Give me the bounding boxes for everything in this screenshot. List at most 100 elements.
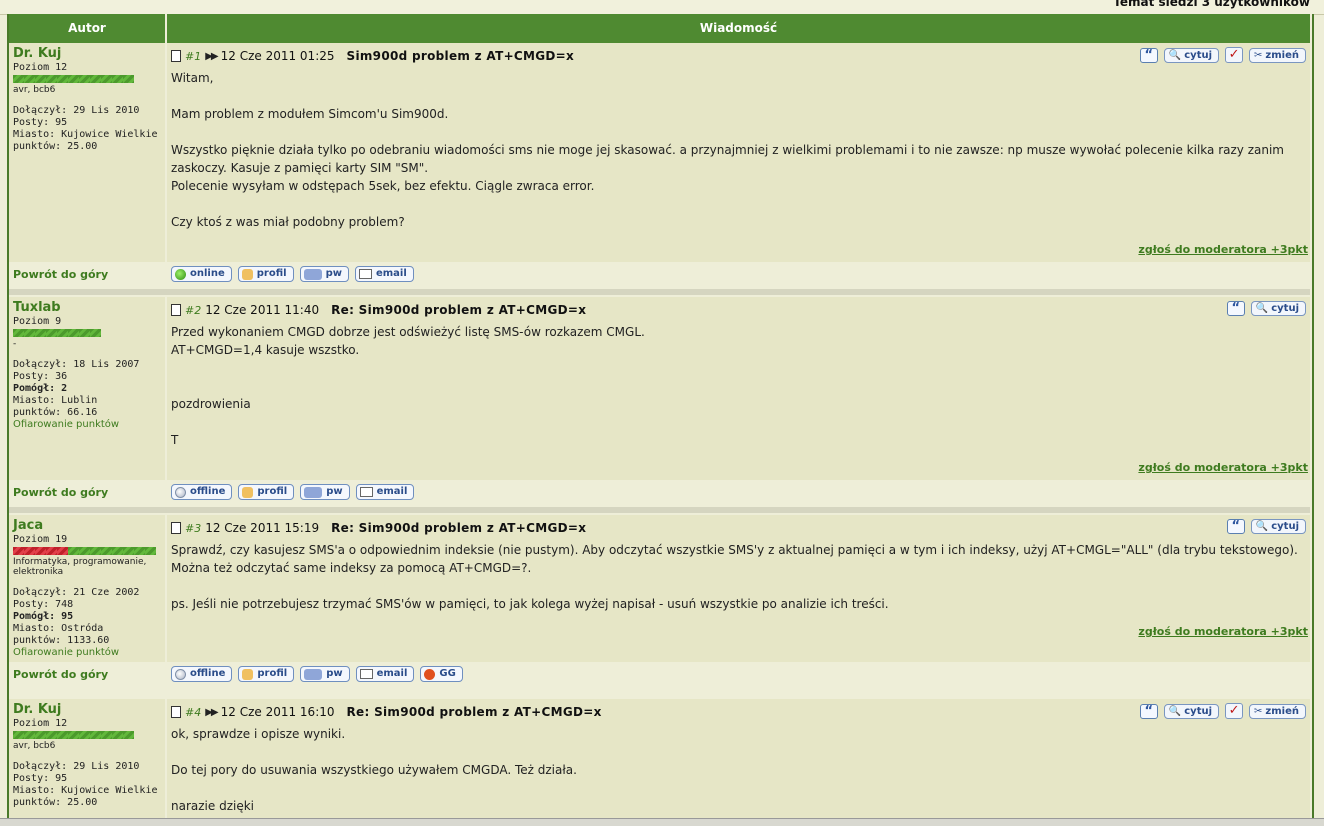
forward-arrows-icon[interactable]: ▶▶ <box>205 51 218 62</box>
offline-status-button[interactable]: offline <box>171 484 233 500</box>
profile-label: profil <box>257 486 288 497</box>
post-number[interactable]: #1 <box>185 50 201 63</box>
pm-label: pw <box>326 486 343 497</box>
quote-label: cytuj <box>1271 521 1299 532</box>
body-line: T <box>171 433 179 447</box>
gg-label: GG <box>439 668 456 679</box>
body-line <box>171 195 1306 213</box>
pm-button[interactable]: pw <box>300 484 350 500</box>
go-top-link[interactable]: Powrót do góry <box>13 668 108 681</box>
pm-label: pw <box>326 668 343 679</box>
post-author-panel: Jaca Poziom 19 Informatyka, programowani… <box>9 515 165 662</box>
document-icon[interactable] <box>171 50 181 62</box>
post-author-panel: Dr. Kuj Poziom 12 avr, bcb6 Dołączył: 29… <box>9 699 165 818</box>
post-contact-buttons: offline profil pw email <box>167 480 1310 507</box>
report-link[interactable]: zgłoś do moderatora +3pkt <box>1138 625 1308 638</box>
profile-button[interactable]: profil <box>238 666 295 682</box>
body-line: Witam, <box>171 71 214 85</box>
email-button[interactable]: email <box>355 666 415 682</box>
pm-label: pw <box>325 268 342 279</box>
quote-button[interactable]: 🔍 cytuj <box>1250 519 1306 534</box>
author-posts: Posty: 95 <box>13 773 68 784</box>
offer-points-link[interactable]: Ofiarowanie punktów <box>13 647 163 659</box>
checkmark-icon[interactable]: ✓ <box>1225 47 1244 63</box>
go-top-cell: Powrót do góry <box>9 662 165 693</box>
checkmark-icon[interactable]: ✓ <box>1225 703 1244 719</box>
post-number[interactable]: #2 <box>185 304 201 317</box>
profile-label: profil <box>257 668 288 679</box>
author-joined: Dołączył: 29 Lis 2010 <box>13 761 140 772</box>
pm-button[interactable]: pw <box>299 266 349 282</box>
post-message-panel: #2 12 Cze 2011 11:40 Re: Sim900d problem… <box>167 297 1310 480</box>
author-city: Miasto: Ostróda <box>13 623 104 634</box>
level-bar <box>13 731 134 739</box>
body-line: Przed wykonaniem CMGD dobrze jest odświe… <box>171 325 645 339</box>
quote-button[interactable]: 🔍 cytuj <box>1163 703 1220 719</box>
author-name[interactable]: Jaca <box>13 518 43 533</box>
author-points: punktów: 66.16 <box>13 407 98 418</box>
author-level: Poziom 19 <box>13 534 68 545</box>
edit-button[interactable]: ✂ zmień <box>1249 703 1306 719</box>
offer-points-link[interactable]: Ofiarowanie punktów <box>13 419 163 431</box>
author-name[interactable]: Tuxlab <box>13 300 61 315</box>
document-icon[interactable] <box>171 706 181 718</box>
quote-button[interactable]: 🔍 cytuj <box>1250 301 1306 316</box>
author-tags: - <box>13 339 17 349</box>
post-actions: “ 🔍 cytuj <box>1226 519 1306 534</box>
email-button[interactable]: email <box>354 266 414 282</box>
document-icon[interactable] <box>171 522 181 534</box>
author-helped: Pomógł: 95 <box>13 611 74 622</box>
report-link[interactable]: zgłoś do moderatora +3pkt <box>1138 243 1308 256</box>
quote-label: cytuj <box>1271 303 1299 314</box>
online-bulb-icon <box>175 268 186 280</box>
forward-arrows-icon[interactable]: ▶▶ <box>205 707 218 718</box>
author-info: Dołączył: 29 Lis 2010 Posty: 95 Miasto: … <box>13 105 163 153</box>
quote-button[interactable]: 🔍 cytuj <box>1163 47 1220 63</box>
author-tags: avr, bcb6 <box>13 741 56 751</box>
go-top-cell: Powrót do góry <box>9 262 165 289</box>
post-3: Jaca Poziom 19 Informatyka, programowani… <box>9 515 1310 693</box>
column-header-message: Wiadomość <box>167 14 1310 43</box>
go-top-link[interactable]: Powrót do góry <box>13 268 108 281</box>
profile-label: profil <box>256 268 287 279</box>
quote-marks-icon[interactable]: “ <box>1226 301 1245 316</box>
document-icon[interactable] <box>171 304 181 316</box>
author-info: Dołączył: 18 Lis 2007 Posty: 36 Pomógł: … <box>13 359 163 431</box>
post-actions: “ 🔍 cytuj ✓ ✂ zmień <box>1139 47 1306 63</box>
quote-label: cytuj <box>1184 49 1213 61</box>
body-line <box>171 87 1306 105</box>
post-body: Przed wykonaniem CMGD dobrze jest odświe… <box>171 323 1306 449</box>
author-tags: Informatyka, programowanie, elektronika <box>13 557 147 577</box>
post-number[interactable]: #3 <box>185 522 201 535</box>
author-name[interactable]: Dr. Kuj <box>13 46 61 61</box>
email-button[interactable]: email <box>355 484 415 500</box>
email-label: email <box>375 268 407 279</box>
post-date: 12 Cze 2011 11:40 <box>205 303 320 317</box>
profile-button[interactable]: profil <box>238 484 295 500</box>
quote-marks-icon[interactable]: “ <box>1139 703 1158 719</box>
online-status-button[interactable]: online <box>171 266 232 282</box>
author-info: Dołączył: 21 Cze 2002 Posty: 748 Pomógł:… <box>13 587 163 659</box>
scissors-icon: ✂ <box>1254 705 1263 717</box>
user-icon <box>242 668 254 680</box>
profile-button[interactable]: profil <box>237 266 294 282</box>
report-link[interactable]: zgłoś do moderatora +3pkt <box>1138 461 1308 474</box>
post-2: Tuxlab Poziom 9 - Dołączył: 18 Lis 2007 … <box>9 297 1310 513</box>
top-strip: Temat siedzi 3 użytkowników <box>0 0 1324 15</box>
go-top-link[interactable]: Powrót do góry <box>13 486 108 499</box>
author-name[interactable]: Dr. Kuj <box>13 702 61 717</box>
post-number[interactable]: #4 <box>185 706 201 719</box>
quote-marks-icon[interactable]: “ <box>1226 519 1245 534</box>
offline-status-button[interactable]: offline <box>171 666 233 682</box>
go-top-cell: Powrót do góry <box>9 480 165 507</box>
post-author-panel: Tuxlab Poziom 9 - Dołączył: 18 Lis 2007 … <box>9 297 165 480</box>
pm-button[interactable]: pw <box>300 666 350 682</box>
author-city: Miasto: Kujowice Wielkie <box>13 129 158 140</box>
author-posts: Posty: 748 <box>13 599 74 610</box>
users-icon <box>304 486 323 498</box>
gg-button[interactable]: GG <box>420 666 463 682</box>
edit-button[interactable]: ✂ zmień <box>1249 47 1306 63</box>
quote-marks-icon[interactable]: “ <box>1139 47 1158 63</box>
post-4: Dr. Kuj Poziom 12 avr, bcb6 Dołączył: 29… <box>9 699 1310 818</box>
level-bar <box>13 75 134 83</box>
